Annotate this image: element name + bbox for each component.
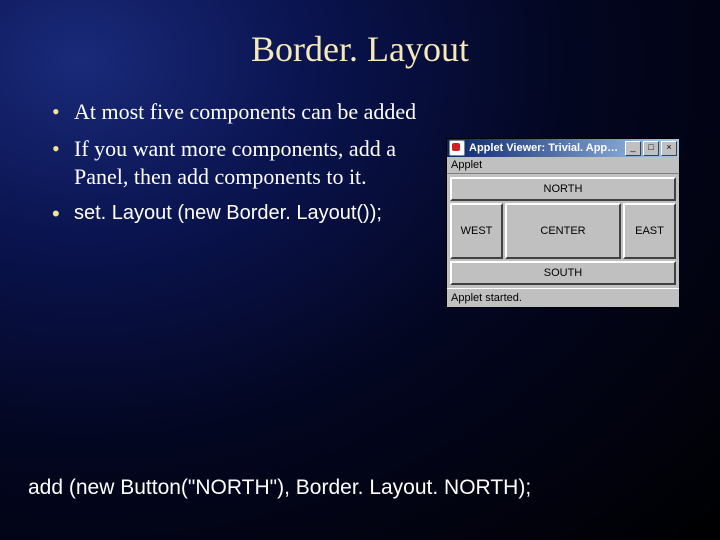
window-buttons: _ □ × bbox=[625, 141, 677, 156]
menu-bar: Applet bbox=[447, 157, 679, 174]
minimize-button[interactable]: _ bbox=[625, 141, 641, 156]
java-cup-icon bbox=[449, 140, 465, 156]
slide-title: Border. Layout bbox=[0, 28, 720, 70]
code-line: add (new Button("NORTH"), Border. Layout… bbox=[28, 476, 531, 500]
south-button[interactable]: SOUTH bbox=[450, 261, 676, 285]
applet-window: Applet Viewer: Trivial. App… _ □ × Apple… bbox=[446, 138, 680, 308]
bullet-text: If you want more components, add a Panel… bbox=[74, 136, 396, 190]
applet-column: Applet Viewer: Trivial. App… _ □ × Apple… bbox=[446, 138, 680, 308]
south-row: SOUTH bbox=[449, 260, 677, 286]
menu-applet[interactable]: Applet bbox=[451, 159, 482, 171]
window-title: Applet Viewer: Trivial. App… bbox=[469, 142, 625, 154]
bullet-code: set. Layout (new Border. Layout()); bbox=[74, 202, 382, 224]
west-button[interactable]: WEST bbox=[450, 203, 503, 259]
close-button[interactable]: × bbox=[661, 141, 677, 156]
window-titlebar: Applet Viewer: Trivial. App… _ □ × bbox=[447, 139, 679, 157]
status-bar: Applet started. bbox=[447, 288, 679, 307]
border-layout-demo: NORTH WEST CENTER EAST SOUTH bbox=[447, 174, 679, 288]
center-button[interactable]: CENTER bbox=[505, 203, 621, 259]
east-button[interactable]: EAST bbox=[623, 203, 676, 259]
bullet-item: set. Layout (new Border. Layout()); bbox=[48, 200, 438, 226]
middle-row: WEST CENTER EAST bbox=[449, 202, 677, 260]
bullet-list: At most five components can be added If … bbox=[48, 98, 438, 308]
north-button[interactable]: NORTH bbox=[450, 177, 676, 201]
bullet-item: If you want more components, add a Panel… bbox=[48, 135, 438, 192]
maximize-button[interactable]: □ bbox=[643, 141, 659, 156]
bullet-text: At most five components can be added bbox=[74, 99, 416, 124]
bullet-item: At most five components can be added bbox=[48, 98, 438, 127]
content-row: At most five components can be added If … bbox=[0, 98, 720, 308]
north-row: NORTH bbox=[449, 176, 677, 202]
